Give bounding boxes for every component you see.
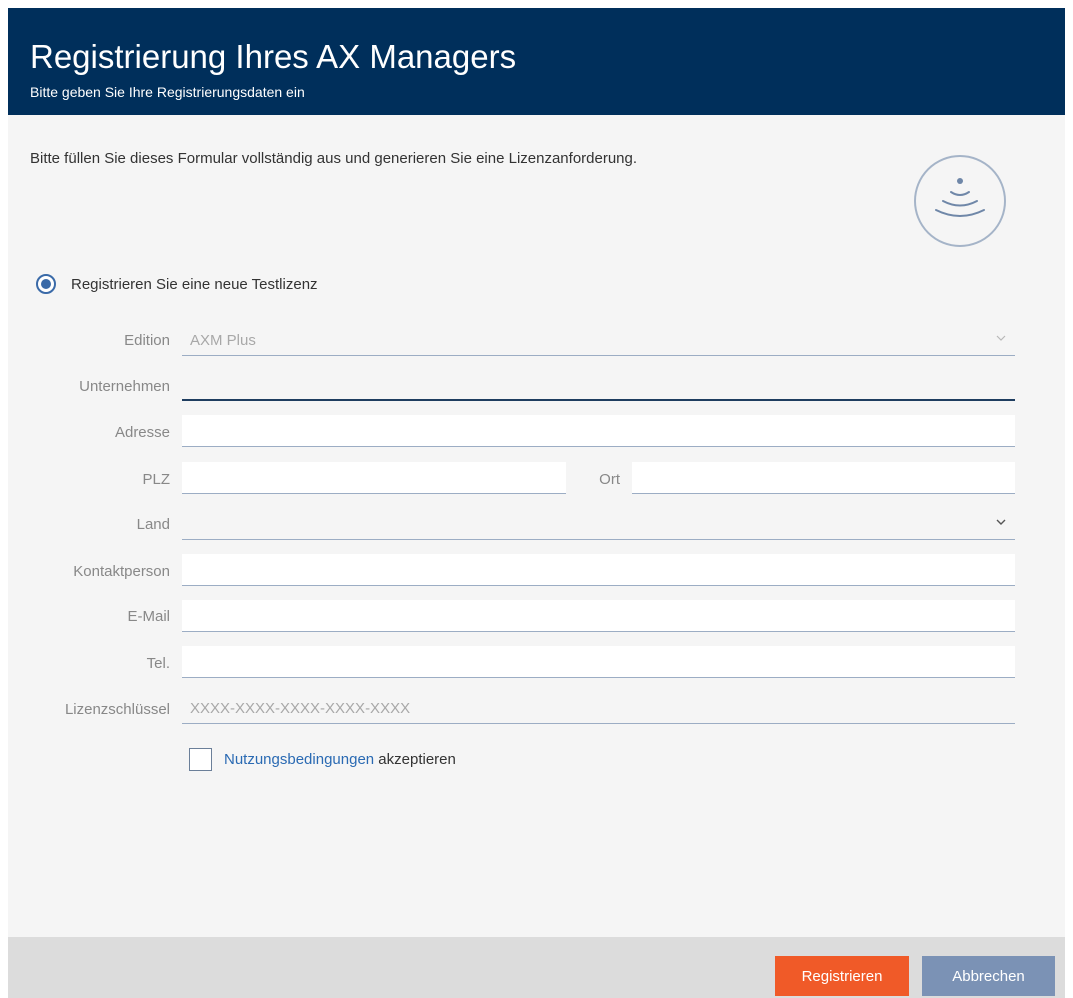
page-title: Registrierung Ihres AX Managers [30, 38, 517, 75]
company-label: Unternehmen [79, 378, 170, 395]
phone-input[interactable] [182, 646, 1015, 678]
page-subtitle: Bitte geben Sie Ihre Registrierungsdaten… [30, 84, 305, 100]
terms-suffix: akzeptieren [374, 751, 456, 768]
address-input[interactable] [182, 415, 1015, 447]
chevron-down-icon [996, 519, 1006, 525]
terms-checkbox[interactable] [189, 748, 212, 771]
test-license-radio[interactable]: Registrieren Sie eine neue Testlizenz [36, 273, 318, 295]
radio-label: Registrieren Sie eine neue Testlizenz [71, 275, 318, 293]
register-button[interactable]: Registrieren [775, 956, 909, 996]
terms-link[interactable]: Nutzungsbedingungen [224, 751, 374, 768]
contact-label: Kontaktperson [73, 563, 170, 580]
country-label: Land [136, 516, 170, 533]
wireless-signal-icon [914, 155, 1006, 247]
footer-bar: Registrieren Abbrechen [8, 937, 1065, 998]
edition-value: AXM Plus [190, 332, 256, 349]
email-label: E-Mail [127, 608, 170, 625]
email-input[interactable] [182, 600, 1015, 632]
country-select[interactable] [182, 508, 1015, 540]
terms-row: Nutzungsbedingungen akzeptieren [189, 748, 456, 771]
chevron-down-icon [996, 335, 1006, 341]
header-bar: Registrierung Ihres AX Managers Bitte ge… [8, 8, 1065, 115]
intro-text: Bitte füllen Sie dieses Formular vollstä… [30, 150, 638, 167]
city-label: Ort [599, 471, 620, 488]
edition-label: Edition [124, 332, 170, 349]
license-key-placeholder: XXXX-XXXX-XXXX-XXXX-XXXX [190, 700, 411, 717]
contact-input[interactable] [182, 554, 1015, 586]
phone-label: Tel. [146, 655, 170, 672]
zip-label: PLZ [142, 471, 170, 488]
cancel-button[interactable]: Abbrechen [922, 956, 1055, 996]
terms-label: Nutzungsbedingungen akzeptieren [224, 751, 456, 768]
company-input[interactable] [182, 369, 1015, 401]
city-input[interactable] [632, 462, 1015, 494]
license-key-label: Lizenzschlüssel [64, 701, 170, 718]
address-label: Adresse [114, 424, 170, 441]
radio-button[interactable] [36, 274, 56, 294]
registration-window: Registrierung Ihres AX Managers Bitte ge… [8, 8, 1065, 998]
license-key-input[interactable]: XXXX-XXXX-XXXX-XXXX-XXXX [182, 692, 1015, 724]
edition-select[interactable]: AXM Plus [182, 324, 1015, 356]
